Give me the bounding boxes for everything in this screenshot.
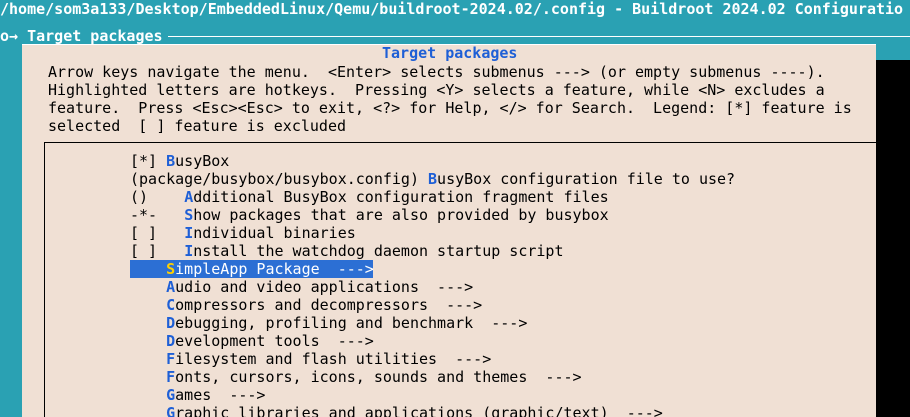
dialog-shadow — [876, 60, 910, 417]
dialog-top-edge — [22, 44, 876, 45]
help-line: Arrow keys navigate the menu. <Enter> se… — [48, 63, 825, 81]
menu-item-games[interactable]: Games ---> — [130, 386, 265, 404]
menu-item-watchdog[interactable]: [ ] Install the watchdog daemon startup … — [130, 242, 563, 260]
hotkey: F — [166, 368, 176, 386]
hotkey: B — [428, 170, 438, 188]
help-line: Highlighted letters are hotkeys. Pressin… — [48, 81, 825, 99]
hotkey: G — [166, 404, 176, 417]
menu-item-graphic-libraries[interactable]: Graphic libraries and applications (grap… — [130, 404, 663, 417]
config-dialog: Target packages Arrow keys navigate the … — [22, 44, 876, 417]
hotkey: S — [184, 206, 194, 224]
hotkey: S — [166, 260, 176, 278]
menu-item-compressors[interactable]: Compressors and decompressors ---> — [130, 296, 482, 314]
menu-item-development-tools[interactable]: Development tools ---> — [130, 332, 374, 350]
selection-marker — [130, 260, 166, 278]
breadcrumb-rule — [168, 36, 910, 37]
menu-item-filesystem[interactable]: Filesystem and flash utilities ---> — [130, 350, 491, 368]
hotkey: B — [166, 152, 176, 170]
menu-item-audio-video[interactable]: Audio and video applications ---> — [130, 278, 473, 296]
window-title: /home/som3a133/Desktop/EmbeddedLinux/Qem… — [0, 0, 910, 18]
hotkey: D — [166, 332, 176, 350]
hotkey: I — [184, 224, 194, 242]
menu-item-show-packages[interactable]: -*- Show packages that are also provided… — [130, 206, 609, 224]
menu-item-busybox-config[interactable]: (package/busybox/busybox.config) BusyBox… — [130, 170, 735, 188]
hotkey: D — [166, 314, 176, 332]
hotkey: A — [184, 188, 194, 206]
hotkey: F — [166, 350, 176, 368]
menu-item-fonts[interactable]: Fonts, cursors, icons, sounds and themes… — [130, 368, 581, 386]
hotkey: C — [166, 296, 176, 314]
breadcrumb: o→ Target packages — [0, 27, 163, 45]
menu-item-simpleapp[interactable]: SimpleApp Package ---> — [130, 260, 374, 278]
hotkey: G — [166, 386, 176, 404]
menu-item-fragment-files[interactable]: () Additional BusyBox configuration frag… — [130, 188, 609, 206]
hotkey: A — [166, 278, 176, 296]
help-line: feature. Press <Esc><Esc> to exit, <?> f… — [48, 99, 852, 117]
menu-item-busybox[interactable]: [*] BusyBox — [130, 152, 229, 170]
hotkey: I — [184, 242, 194, 260]
menu-item-debugging[interactable]: Debugging, profiling and benchmark ---> — [130, 314, 527, 332]
dialog-shadow-top — [876, 44, 910, 60]
dialog-title: Target packages — [382, 44, 518, 62]
menu-item-individual-binaries[interactable]: [ ] Individual binaries — [130, 224, 356, 242]
help-line: selected [ ] feature is excluded — [48, 117, 347, 135]
